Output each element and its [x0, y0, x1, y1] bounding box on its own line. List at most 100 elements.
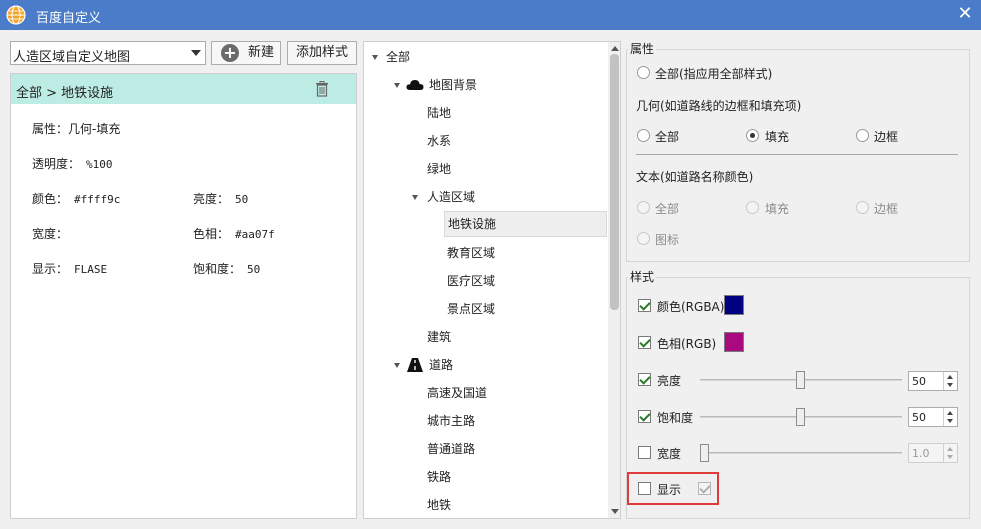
- width-slider-thumb[interactable]: [700, 444, 709, 462]
- radio-text-all[interactable]: [637, 201, 650, 214]
- text-section-label: 文本(如道路名称颜色): [636, 170, 754, 184]
- brightness-label: 亮度: [657, 374, 682, 388]
- tree-scrollbar[interactable]: [608, 42, 620, 518]
- spin-up-icon[interactable]: [947, 447, 953, 451]
- tree-item-water[interactable]: 水系: [427, 128, 451, 154]
- expand-icon[interactable]: [412, 195, 418, 200]
- radio-geometry-all-label: 全部: [655, 130, 680, 144]
- prop-brightness: 亮度： 50: [193, 192, 249, 206]
- saturation-spinbox[interactable]: 50: [908, 407, 958, 427]
- geometry-section-label: 几何(如道路线的边框和填充项): [636, 99, 802, 113]
- style-entry-row[interactable]: 全部 > 地铁设施: [11, 74, 356, 104]
- title-bar: 百度自定义 ✕: [0, 0, 981, 30]
- tree-item-green[interactable]: 绿地: [427, 156, 451, 182]
- chevron-down-icon: [191, 50, 201, 56]
- prop-width: 宽度：: [32, 227, 69, 241]
- map-style-combobox[interactable]: 人造区域自定义地图: [10, 41, 206, 65]
- hue-label: 色相(RGB): [657, 337, 717, 351]
- tree-item-medical[interactable]: 医疗区域: [447, 268, 495, 294]
- trash-icon[interactable]: [315, 81, 329, 97]
- prop-color: 颜色： #ffff9c: [32, 192, 121, 206]
- prop-opacity: 透明度： %100: [32, 157, 113, 171]
- color-swatch[interactable]: [724, 295, 744, 315]
- brightness-checkbox[interactable]: [638, 373, 651, 386]
- divider: [636, 154, 958, 155]
- color-checkbox[interactable]: [638, 299, 651, 312]
- radio-text-fill[interactable]: [746, 201, 759, 214]
- radio-geometry-fill-label: 填充: [765, 130, 790, 144]
- prop-visible: 显示： FLASE: [32, 262, 108, 276]
- spin-up-icon[interactable]: [947, 411, 953, 415]
- tree-item-railway[interactable]: 铁路: [427, 464, 451, 490]
- tree-item-scenic[interactable]: 景点区域: [447, 296, 495, 322]
- expand-icon[interactable]: [394, 83, 400, 88]
- scroll-down-icon[interactable]: [611, 509, 619, 514]
- radio-text-all-label: 全部: [655, 202, 680, 216]
- width-spinbox[interactable]: 1.0: [908, 443, 958, 463]
- radio-apply-all[interactable]: [637, 66, 650, 79]
- saturation-spin-value: 50: [912, 411, 926, 424]
- prop-attribute: 属性：几何-填充: [32, 122, 121, 136]
- scroll-thumb[interactable]: [610, 54, 619, 310]
- radio-geometry-border[interactable]: [856, 129, 869, 142]
- radio-text-icon[interactable]: [637, 232, 650, 245]
- tree-item-highway[interactable]: 高速及国道: [427, 380, 487, 406]
- radio-text-border[interactable]: [856, 201, 869, 214]
- radio-text-icon-label: 图标: [655, 233, 680, 247]
- brightness-slider-thumb[interactable]: [796, 371, 805, 389]
- style-details-panel: 全部 > 地铁设施 属性：几何-填充 透明度： %100 颜色： #ffff9c 亮…: [10, 73, 357, 519]
- width-label: 宽度: [657, 447, 682, 461]
- combo-value: 人造区域自定义地图: [13, 50, 131, 65]
- tree-item-subway[interactable]: 地铁: [427, 492, 451, 518]
- saturation-slider-thumb[interactable]: [796, 408, 805, 426]
- spin-up-icon[interactable]: [947, 375, 953, 379]
- radio-geometry-all[interactable]: [637, 129, 650, 142]
- radio-text-fill-label: 填充: [765, 202, 790, 216]
- close-button[interactable]: ✕: [955, 4, 975, 24]
- radio-geometry-fill[interactable]: [746, 129, 759, 142]
- brightness-spinbox[interactable]: 50: [908, 371, 958, 391]
- saturation-checkbox[interactable]: [638, 410, 651, 423]
- brightness-spin-value: 50: [912, 375, 926, 388]
- prop-saturation: 饱和度： 50: [193, 262, 261, 276]
- tree-item-land[interactable]: 陆地: [427, 100, 451, 126]
- tree-item-education[interactable]: 教育区域: [447, 240, 495, 266]
- width-spin-value: 1.0: [912, 447, 930, 460]
- expand-icon[interactable]: [372, 55, 378, 60]
- width-spin-buttons[interactable]: [943, 444, 957, 462]
- scroll-up-icon[interactable]: [611, 46, 619, 51]
- spin-down-icon[interactable]: [947, 455, 953, 459]
- brightness-spin-buttons[interactable]: [943, 372, 957, 390]
- new-button[interactable]: + 新建: [211, 41, 281, 65]
- cloud-icon: [406, 80, 424, 90]
- width-slider-track[interactable]: [700, 452, 902, 454]
- category-tree[interactable]: 全部 地图背景 陆地 水系 绿地 人造区域 地铁设施 教育区域 医疗区域 景点区…: [363, 41, 621, 519]
- saturation-label: 饱和度: [657, 411, 694, 425]
- hue-checkbox[interactable]: [638, 336, 651, 349]
- radio-geometry-border-label: 边框: [874, 130, 899, 144]
- attributes-group-title: 属性: [628, 40, 657, 57]
- saturation-spin-buttons[interactable]: [943, 408, 957, 426]
- spin-down-icon[interactable]: [947, 383, 953, 387]
- window-title: 百度自定义: [36, 11, 102, 26]
- radio-apply-all-label: 全部(指应用全部样式): [655, 67, 773, 81]
- tree-item-main-road[interactable]: 城市主路: [427, 408, 475, 434]
- style-group-title: 样式: [628, 268, 657, 285]
- width-checkbox[interactable]: [638, 446, 651, 459]
- breadcrumb: 全部 > 地铁设施: [16, 86, 114, 101]
- globe-icon: [6, 5, 26, 25]
- color-label: 颜色(RGBA): [657, 300, 725, 314]
- tree-item-normal-road[interactable]: 普通道路: [427, 436, 475, 462]
- prop-hue: 色相： #aa07f: [193, 227, 275, 241]
- plus-icon: +: [221, 44, 239, 62]
- expand-icon[interactable]: [394, 363, 400, 368]
- spin-down-icon[interactable]: [947, 419, 953, 423]
- radio-text-border-label: 边框: [874, 202, 899, 216]
- close-icon: ✕: [957, 3, 973, 24]
- hue-swatch[interactable]: [724, 332, 744, 352]
- tree-item-subway-facility[interactable]: 地铁设施: [444, 211, 607, 237]
- visible-highlight-box: [627, 472, 719, 505]
- new-button-label: 新建: [248, 45, 275, 60]
- tree-item-building[interactable]: 建筑: [427, 324, 451, 350]
- add-style-button[interactable]: 添加样式: [287, 41, 357, 65]
